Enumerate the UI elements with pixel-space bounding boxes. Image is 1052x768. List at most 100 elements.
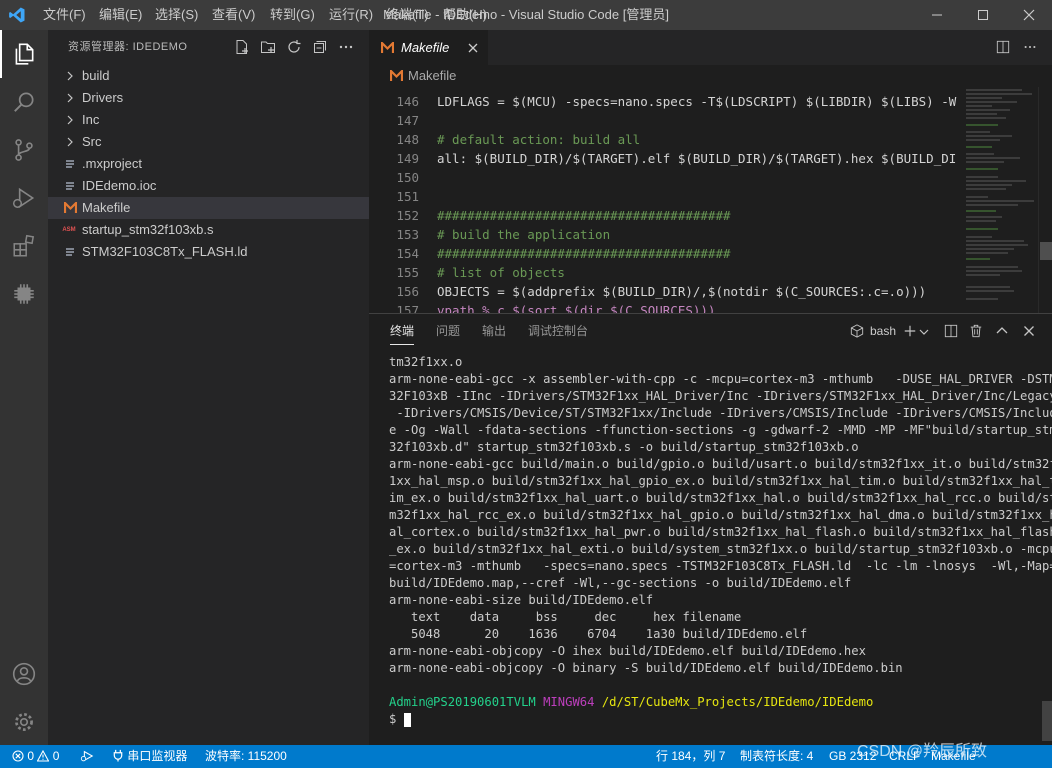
terminal-shell-name[interactable]: bash: [870, 314, 896, 349]
terminal-prompt: Admin@PS20190601TVLM MINGW64 /d/ST/CubeM…: [389, 694, 1029, 711]
tab-debug-console[interactable]: 调试控制台: [528, 314, 588, 349]
terminal-cursor: [403, 712, 411, 727]
tree-folder-inc[interactable]: Inc: [48, 109, 369, 131]
line-number: 147: [396, 113, 419, 128]
terminal-line: text data bss dec hex filename: [389, 610, 742, 624]
tab-label: Makefile: [401, 40, 450, 55]
tree-folder-build[interactable]: build: [48, 65, 369, 87]
terminal-line: 32f103xb.d" startup_stm32f103xb.s -o bui…: [389, 440, 859, 454]
terminal-line: arm-none-eabi-gcc -x assembler-with-cpp …: [389, 372, 1052, 386]
close-icon[interactable]: [468, 43, 478, 53]
tree-item-label: Drivers: [82, 90, 124, 105]
terminal-input-line[interactable]: $: [389, 711, 1029, 728]
terminal-scrollbar-thumb[interactable]: [1042, 701, 1052, 741]
minimap[interactable]: [962, 87, 1038, 313]
new-folder-icon[interactable]: [260, 39, 276, 55]
menu-terminal[interactable]: 终端(T): [386, 0, 429, 30]
serial-monitor-label: 串口监视器: [127, 749, 188, 763]
source-control-button[interactable]: [0, 126, 48, 174]
makefile-icon: [390, 70, 403, 81]
search-button[interactable]: [0, 78, 48, 126]
tab-makefile[interactable]: Makefile: [369, 30, 488, 65]
more-actions-icon[interactable]: [1023, 40, 1037, 54]
tree-item-label: STM32F103C8Tx_FLASH.ld: [82, 244, 248, 259]
scrollbar-thumb[interactable]: [1040, 242, 1052, 260]
extensions-button[interactable]: [0, 222, 48, 270]
menu-view[interactable]: 查看(V): [212, 0, 255, 30]
tree-folder-drivers[interactable]: Drivers: [48, 87, 369, 109]
maximize-button[interactable]: [960, 0, 1006, 30]
code-line: all: $(BUILD_DIR)/$(TARGET).elf $(BUILD_…: [437, 151, 957, 166]
menu-run[interactable]: 运行(R): [329, 0, 373, 30]
chevron-down-icon[interactable]: [919, 327, 929, 337]
terminal-line: build/IDEdemo.map,--cref -Wl,--gc-sectio…: [389, 576, 852, 590]
explorer-title: 资源管理器: IDEDEMO: [68, 41, 188, 53]
accounts-button[interactable]: [0, 650, 48, 698]
line-number: 155: [396, 265, 419, 280]
terminal-line: 5048 20 1636 6704 1a30 build/IDEdemo.elf: [389, 627, 808, 641]
files-icon: [15, 43, 34, 65]
split-editor-icon[interactable]: [996, 40, 1010, 54]
gear-icon: [15, 713, 33, 731]
plus-icon[interactable]: [903, 324, 917, 338]
file-lines-icon: [62, 156, 78, 172]
terminal-line: tm32f1xx.o: [389, 355, 463, 369]
explorer-button[interactable]: [0, 30, 48, 78]
terminal-line: 32F103xB -IInc -IDrivers/STM32F1xx_HAL_D…: [389, 389, 1052, 403]
error-count: 0: [27, 749, 35, 763]
manage-button[interactable]: [0, 698, 48, 746]
menu-file[interactable]: 文件(F): [43, 0, 86, 30]
account-icon: [12, 662, 36, 686]
close-window-button[interactable]: [1006, 0, 1052, 30]
tree-folder-src[interactable]: Src: [48, 131, 369, 153]
split-terminal-icon[interactable]: [944, 324, 958, 338]
baud-rate[interactable]: 波特率: 115200: [205, 745, 287, 768]
refresh-icon[interactable]: [286, 39, 302, 55]
tab-output[interactable]: 输出: [482, 314, 506, 349]
tab-problems[interactable]: 问题: [436, 314, 460, 349]
menu-edit[interactable]: 编辑(E): [99, 0, 142, 30]
run-debug-button[interactable]: [0, 174, 48, 222]
debug-icon: [12, 187, 35, 209]
breadcrumb-item[interactable]: Makefile: [408, 65, 456, 87]
serial-monitor-button[interactable]: 串口监视器: [112, 745, 187, 768]
tree-file-startup-asm[interactable]: ASM startup_stm32f103xb.s: [48, 219, 369, 241]
code-editor[interactable]: 146 LDFLAGS = $(MCU) -specs=nano.specs -…: [369, 87, 1052, 313]
editor-scrollbar[interactable]: [1038, 87, 1052, 313]
code-line: OBJECTS = $(addprefix $(BUILD_DIR)/,$(no…: [437, 284, 927, 299]
debug-status[interactable]: [80, 745, 94, 768]
close-panel-icon[interactable]: [1023, 325, 1035, 337]
source-control-icon: [15, 139, 33, 161]
tree-file-ioc[interactable]: IDEdemo.ioc: [48, 175, 369, 197]
tree-file-makefile[interactable]: Makefile: [48, 197, 369, 219]
tab-size[interactable]: 制表符长度: 4: [740, 745, 813, 768]
tree-file-linker-script[interactable]: STM32F103C8Tx_FLASH.ld: [48, 241, 369, 263]
menu-help[interactable]: 帮助(H): [443, 0, 487, 30]
code-line: # default action: build all: [437, 132, 641, 147]
close-icon: [1023, 9, 1035, 21]
code-line: # list of objects: [437, 265, 565, 280]
chevron-up-icon[interactable]: [996, 325, 1008, 337]
menu-goto[interactable]: 转到(G): [270, 0, 315, 30]
activity-bar: [0, 30, 48, 745]
collapse-all-icon[interactable]: [312, 39, 328, 55]
chip-extension-button[interactable]: [0, 270, 48, 318]
tab-terminal[interactable]: 终端: [390, 314, 415, 345]
more-actions-icon[interactable]: [338, 39, 354, 55]
tree-file-mxproject[interactable]: .mxproject: [48, 153, 369, 175]
code-line: #######################################: [437, 208, 731, 223]
terminal-line: 1xx_hal_msp.o build/stm32f1xx_hal_gpio_e…: [389, 474, 1052, 488]
problems-status[interactable]: 0 0: [12, 745, 59, 768]
cursor-position[interactable]: 行 184，列 7: [656, 745, 725, 768]
terminal-output[interactable]: tm32f1xx.o arm-none-eabi-gcc -x assemble…: [389, 354, 1052, 728]
line-number: 157: [396, 303, 419, 313]
makefile-icon: [62, 200, 78, 216]
menu-selection[interactable]: 选择(S): [155, 0, 198, 30]
terminal-line: _ex.o build/stm32f1xx_hal_exti.o build/s…: [389, 542, 1052, 556]
tree-item-label: Makefile: [82, 200, 131, 215]
asm-file-icon: ASM: [62, 227, 76, 233]
new-file-icon[interactable]: [234, 39, 250, 55]
minimize-button[interactable]: [914, 0, 960, 30]
prompt-path: /d/ST/CubeMx_Projects/IDEdemo/IDEdemo: [601, 695, 874, 709]
trash-icon[interactable]: [969, 324, 983, 338]
